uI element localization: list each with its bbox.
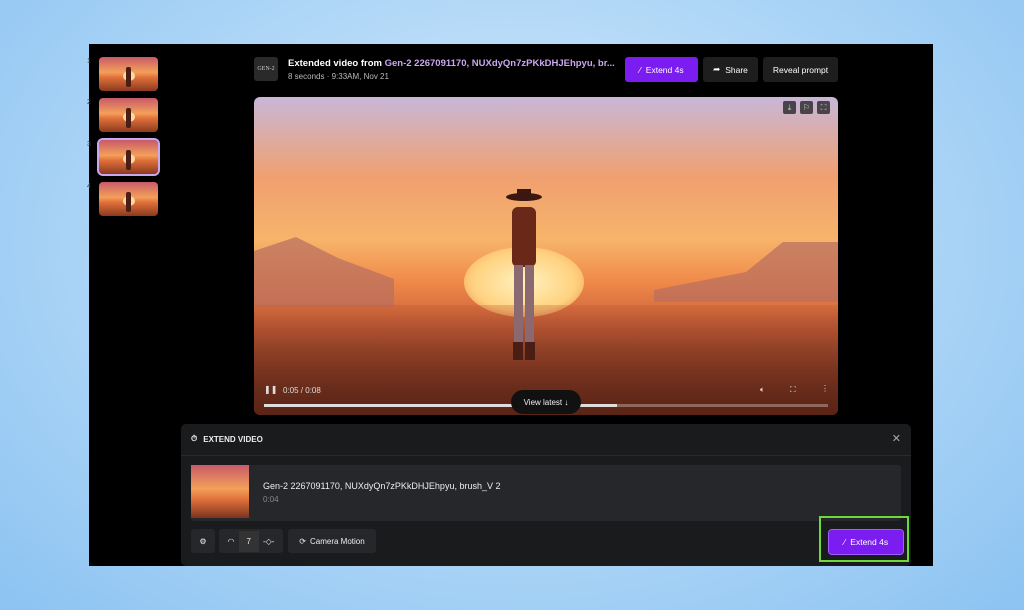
settings-button[interactable]: ⚙ xyxy=(191,529,215,553)
clip-title: Gen-2 2267091170, NUXdyQn7zPKkDHJEhpyu, … xyxy=(263,481,501,491)
share-label: Share xyxy=(725,64,748,75)
flag-icon[interactable]: ⚐ xyxy=(800,101,813,114)
thumbnail-number: 2 xyxy=(87,99,91,106)
thumbnail-number: 1 xyxy=(87,58,91,65)
title-prefix: Extended video from xyxy=(288,58,385,69)
extend-button[interactable]: ⁄ Extend 4s xyxy=(625,57,698,82)
reveal-prompt-button[interactable]: Reveal prompt xyxy=(763,57,838,82)
thumbnail-number: 3 xyxy=(87,141,91,148)
version-thumbnail-4[interactable] xyxy=(99,182,158,216)
pause-icon[interactable]: ❚❚ xyxy=(264,385,277,394)
version-thumbnail-1[interactable] xyxy=(99,57,158,91)
share-icon: ➦ xyxy=(713,64,721,74)
video-player[interactable]: ⤓ ⚐ ⛶ ❚❚ 0:05 / 0:08 🔈︎ ⛶ ⋮ xyxy=(254,97,838,415)
gen2-logo: GEN-2 xyxy=(254,57,278,81)
highlight-box xyxy=(819,516,909,562)
magic-wand-icon: ⁄ xyxy=(639,64,641,75)
fullscreen-icon[interactable]: ⛶ xyxy=(817,101,830,114)
motion-value[interactable]: 7 xyxy=(238,530,259,552)
speed-icon: ◠ xyxy=(227,536,235,546)
version-thumbnail-2[interactable] xyxy=(99,98,158,132)
source-clip: Gen-2 2267091170, NUXdyQn7zPKkDHJEhpyu, … xyxy=(191,465,901,521)
clip-thumbnail xyxy=(191,465,249,518)
extend-label: Extend 4s xyxy=(645,64,684,75)
video-meta: 8 seconds · 9:33AM, Nov 21 xyxy=(288,72,389,81)
extend-icon: ⏱ xyxy=(191,434,198,443)
panel-title: EXTEND VIDEO xyxy=(203,434,263,444)
sliders-icon: ⚙ xyxy=(199,536,207,546)
more-icon[interactable]: ⋮ xyxy=(821,384,829,393)
share-button[interactable]: ➦ Share xyxy=(703,57,758,82)
source-link[interactable]: Gen-2 2267091170, NUXdyQn7zPKkDHJEhpyu, … xyxy=(385,58,615,69)
app-window: 1 2 3 4 GEN-2 Extended video from Gen-2 … xyxy=(87,44,933,566)
camera-motion-icon: ⟳ xyxy=(299,536,306,546)
cowboy-figure xyxy=(506,189,542,360)
motion-control[interactable]: ◠ 7 -◇- xyxy=(219,529,283,553)
volume-icon[interactable]: 🔈︎ xyxy=(760,385,765,395)
camera-motion-button[interactable]: ⟳ Camera Motion xyxy=(288,529,376,553)
clip-duration: 0:04 xyxy=(263,495,279,504)
reveal-label: Reveal prompt xyxy=(772,64,829,75)
extend-video-panel: ⏱ EXTEND VIDEO ✕ Gen-2 2267091170, NUXdyQ… xyxy=(181,424,911,566)
video-title: Extended video from Gen-2 2267091170, NU… xyxy=(288,58,615,69)
download-icon[interactable]: ⤓ xyxy=(783,101,796,114)
version-thumbnail-3[interactable] xyxy=(97,138,160,176)
thumbnail-number: 4 xyxy=(87,183,91,190)
camera-motion-label: Camera Motion xyxy=(310,536,365,546)
close-icon[interactable]: ✕ xyxy=(892,432,901,445)
time-display: 0:05 / 0:08 xyxy=(283,386,321,395)
view-latest-button[interactable]: View latest ↓ xyxy=(511,390,581,414)
slider-icon: -◇- xyxy=(262,536,275,546)
fullscreen-toggle-icon[interactable]: ⛶ xyxy=(790,385,796,395)
